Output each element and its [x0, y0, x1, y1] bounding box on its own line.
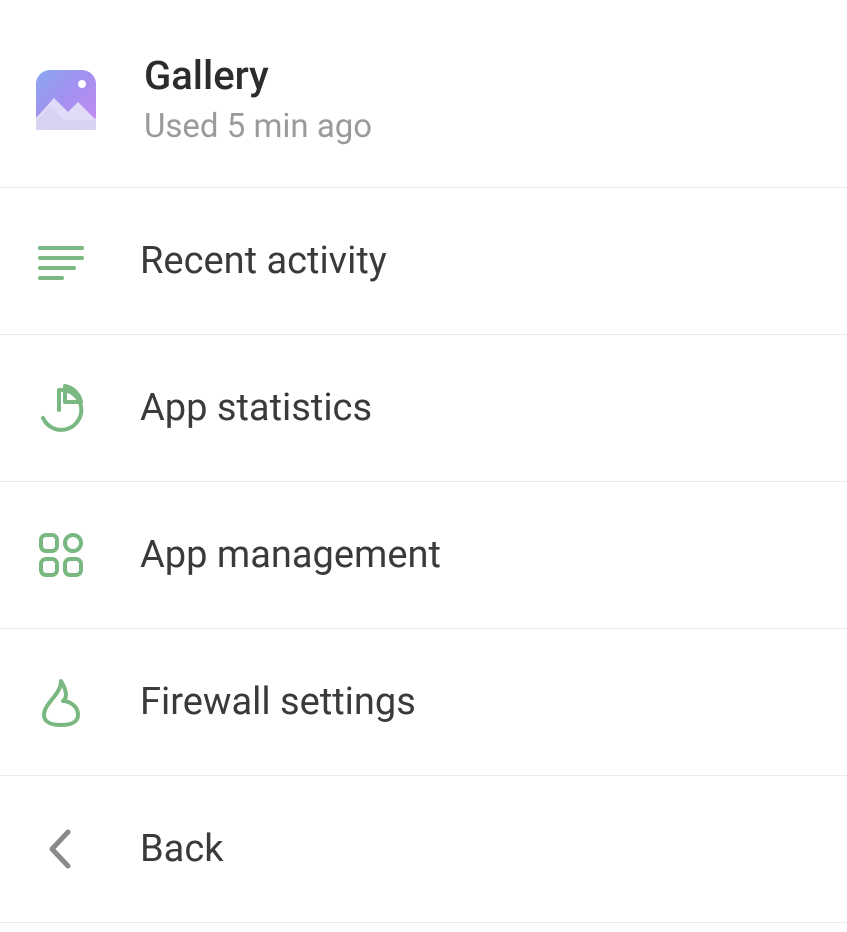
- grid-apps-icon: [36, 530, 86, 580]
- app-subtitle: Used 5 min ago: [144, 106, 372, 149]
- activity-lines-icon: [36, 236, 86, 286]
- menu-label: App statistics: [140, 386, 372, 430]
- menu-label: Firewall settings: [140, 680, 416, 724]
- menu-item-back[interactable]: Back: [0, 776, 847, 923]
- menu-label: Back: [140, 827, 224, 871]
- chevron-left-icon: [36, 824, 86, 874]
- app-header-texts: Gallery Used 5 min ago: [144, 52, 372, 149]
- menu-label: App management: [140, 533, 441, 577]
- flame-icon: [36, 677, 86, 727]
- menu-item-firewall-settings[interactable]: Firewall settings: [0, 629, 847, 776]
- gallery-app-icon: [36, 70, 96, 130]
- app-title: Gallery: [144, 52, 372, 100]
- menu-item-app-statistics[interactable]: App statistics: [0, 335, 847, 482]
- menu-label: Recent activity: [140, 239, 387, 283]
- pie-chart-icon: [36, 383, 86, 433]
- app-header[interactable]: Gallery Used 5 min ago: [0, 0, 847, 188]
- menu-item-recent-activity[interactable]: Recent activity: [0, 188, 847, 335]
- menu-item-app-management[interactable]: App management: [0, 482, 847, 629]
